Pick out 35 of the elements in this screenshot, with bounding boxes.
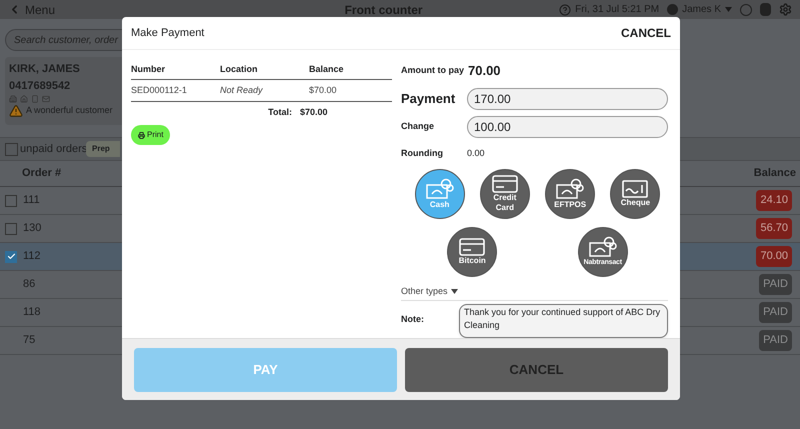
pay-button: PAY <box>134 348 397 392</box>
order-number: 86 <box>23 277 36 292</box>
amount-value: 70.00 <box>468 62 501 80</box>
column-header: Location <box>220 63 258 76</box>
rounding-value: 0.00 <box>467 147 485 160</box>
table-cell-text: Not Ready <box>220 84 264 97</box>
total-value: $70.00 <box>300 106 328 120</box>
customer-name: KIRK, JAMES <box>9 62 80 77</box>
table-cell-text: SED000112-1 <box>131 84 188 97</box>
total-label: Total: <box>267 106 293 120</box>
column-header: Balance <box>754 166 796 182</box>
order-number: 75 <box>23 333 36 348</box>
balance-badge: 56.70 <box>756 218 792 239</box>
customer-phone: 0417689542 <box>9 78 70 94</box>
balance-badge: 24.10 <box>756 190 792 211</box>
customer-note: A wonderful customer <box>26 104 113 118</box>
table-cell-text: $70.00 <box>309 84 337 97</box>
column-header: Number <box>131 63 166 76</box>
order-number: 118 <box>23 305 41 320</box>
column-header: Balance <box>309 63 344 76</box>
paid-badge: PAID <box>759 330 792 351</box>
note-label: Note: <box>401 313 425 326</box>
unpaid-label: unpaid orders <box>20 142 88 157</box>
change-label: Change <box>401 120 436 134</box>
amount-label: Amount to pay <box>401 64 465 78</box>
column-header: Order # <box>22 166 62 182</box>
order-number: 130 <box>23 221 42 236</box>
rounding-label: Rounding <box>401 147 444 160</box>
order-number: 111 <box>23 193 40 208</box>
dialog-title: Make Payment <box>131 26 204 41</box>
order-number: 112 <box>23 249 41 264</box>
paid-badge: PAID <box>759 302 792 323</box>
payment-label: Payment <box>401 90 456 108</box>
balance-badge: 70.00 <box>756 246 792 267</box>
paid-badge: PAID <box>759 274 792 295</box>
